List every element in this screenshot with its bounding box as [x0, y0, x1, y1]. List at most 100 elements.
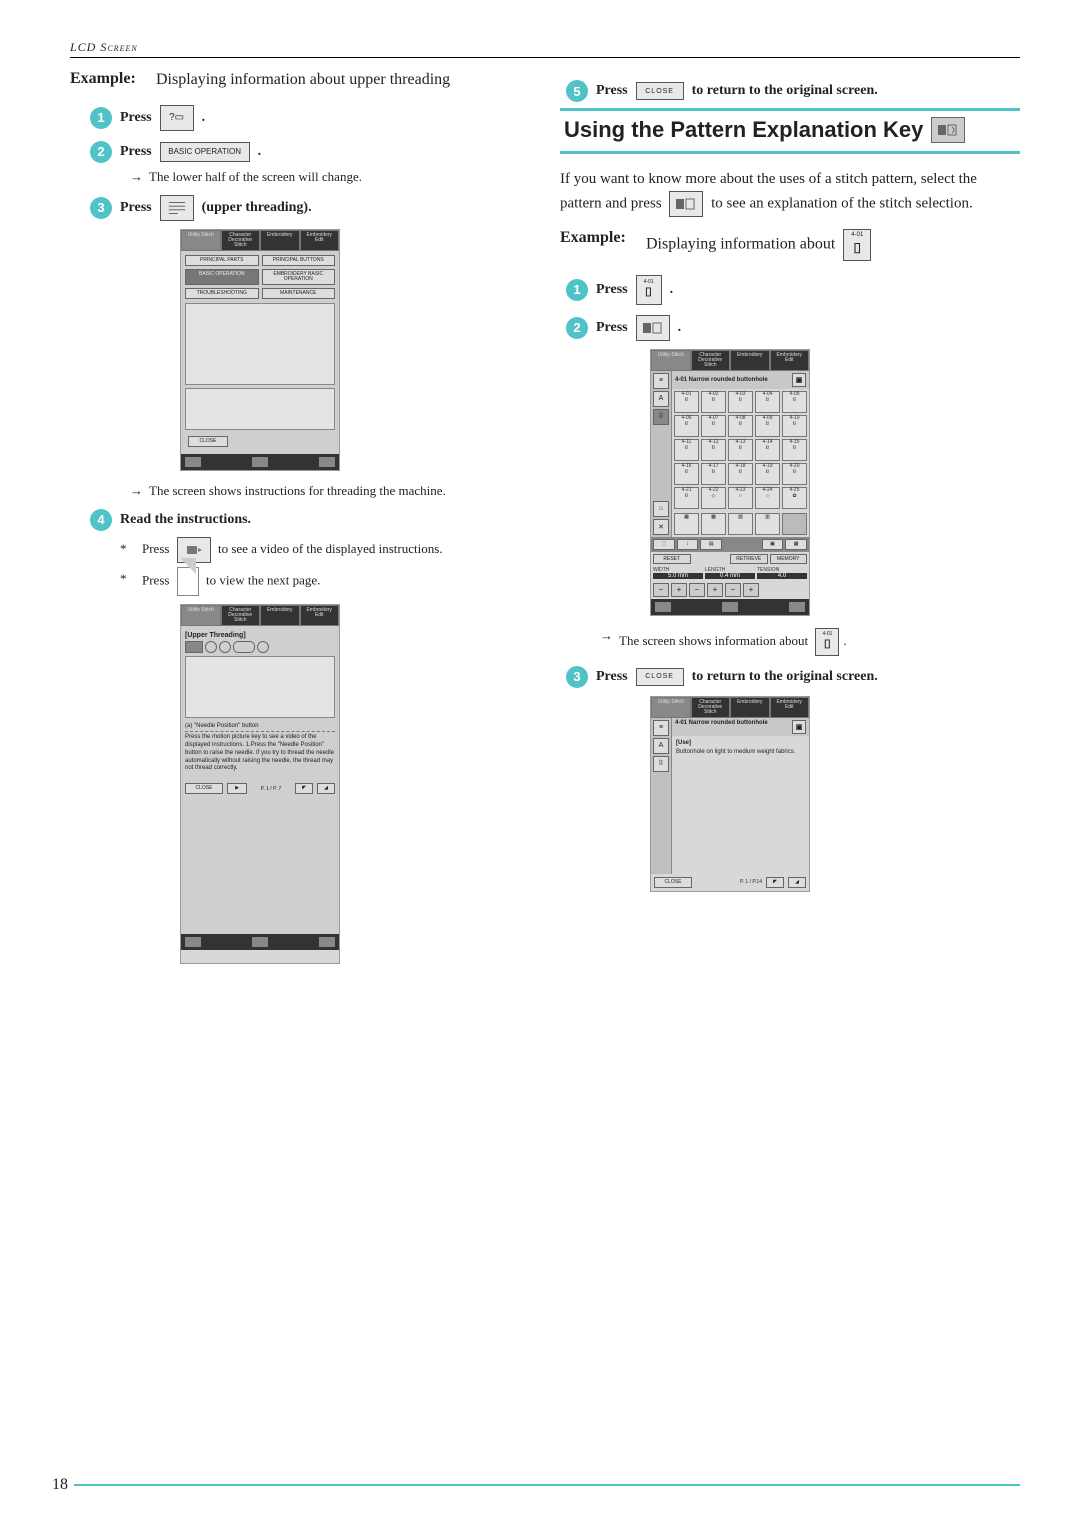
mode-icon[interactable]: ▨	[728, 513, 753, 535]
stitch-4-01-icon[interactable]: 4-01 ⌷	[843, 229, 871, 261]
stitch-cell[interactable]: 4-04⌷	[755, 391, 780, 413]
tab-utility[interactable]: Utility Stitch	[181, 230, 221, 251]
stitch-cell[interactable]: 4-06⌷	[674, 415, 699, 437]
pattern-explanation-key-icon[interactable]	[636, 315, 670, 341]
next-page-icon[interactable]: ◢	[317, 783, 335, 794]
mode-icon[interactable]: ▥	[755, 513, 780, 535]
footer-icon[interactable]	[252, 457, 268, 467]
stitch-cell[interactable]: 4-24☼	[755, 487, 780, 509]
stitch-cell[interactable]: 4-20⌷	[782, 463, 807, 485]
stitch-cell[interactable]: 4-21⌷	[674, 487, 699, 509]
principal-buttons-button[interactable]: PRINCIPAL BUTTONS	[262, 255, 336, 266]
upper-threading-icon[interactable]	[160, 195, 194, 221]
stitch-cell[interactable]: 4-03⌷	[728, 391, 753, 413]
pattern-explanation-key-icon[interactable]	[669, 191, 703, 217]
stitch-cell[interactable]: 4-17⌷	[701, 463, 726, 485]
tab-utility[interactable]: Utility Stitch	[651, 350, 691, 371]
stitch-cell[interactable]: 4-02⌷	[701, 391, 726, 413]
close-button[interactable]: CLOSE	[188, 436, 228, 447]
next-page-icon[interactable]	[177, 567, 199, 596]
stitch-cell[interactable]: 4-19⌷	[755, 463, 780, 485]
video-icon[interactable]: ▶	[227, 783, 247, 794]
stitch-cell[interactable]: 4-25✿	[782, 487, 807, 509]
plus-button[interactable]: +	[743, 583, 759, 597]
footer-icon[interactable]	[319, 937, 335, 947]
stitch-cell[interactable]: 4-12⌷	[701, 439, 726, 461]
tab-emb[interactable]: Embroidery	[730, 697, 770, 718]
cat-icon[interactable]: ≡	[653, 373, 669, 389]
plus-button[interactable]: +	[671, 583, 687, 597]
cat-icon[interactable]: ⌷	[653, 756, 669, 772]
tab-embedit[interactable]: Embroidery Edit	[770, 697, 810, 718]
foot-icon[interactable]: ▦	[785, 539, 807, 550]
foot-icon[interactable]: ⬚	[653, 539, 675, 550]
stitch-4-01-icon[interactable]: 4-01 ⌷	[636, 275, 662, 305]
tab-char[interactable]: Character Decorative Stitch	[221, 605, 261, 626]
prev-page-icon[interactable]: ◤	[295, 783, 313, 794]
stitch-cell[interactable]: 4-10⌷	[782, 415, 807, 437]
stitch-cell[interactable]: 4-15⌷	[782, 439, 807, 461]
foot-icon[interactable]: ↕	[677, 539, 699, 550]
foot-icon[interactable]: ▣	[762, 539, 784, 550]
tab-emb[interactable]: Embroidery	[730, 350, 770, 371]
tab-embedit[interactable]: Embroidery Edit	[300, 230, 340, 251]
minus-button[interactable]: −	[725, 583, 741, 597]
pattern-exp-icon[interactable]: ▣	[792, 720, 806, 734]
home-icon[interactable]: ⌂	[653, 501, 669, 517]
footer-icon[interactable]	[319, 457, 335, 467]
memory-button[interactable]: MEMORY	[770, 554, 808, 564]
close-x-icon[interactable]: ✕	[653, 519, 669, 535]
troubleshooting-button[interactable]: TROUBLESHOOTING	[185, 288, 259, 299]
mode-icon[interactable]: ▦	[674, 513, 699, 535]
close-button[interactable]: CLOSE	[654, 877, 692, 888]
minus-button[interactable]: −	[689, 583, 705, 597]
stitch-cell[interactable]: 4-08⌷	[728, 415, 753, 437]
footer-icon[interactable]	[655, 602, 671, 612]
stitch-cell[interactable]: 4-05⌷	[782, 391, 807, 413]
emb-basic-op-button[interactable]: EMBROIDERY BASIC OPERATION	[262, 269, 336, 285]
prev-page-icon[interactable]: ◤	[766, 877, 784, 888]
stitch-cell[interactable]: 4-01⌷	[674, 391, 699, 413]
mode-icon[interactable]	[782, 513, 807, 535]
pattern-exp-icon[interactable]: ▣	[792, 373, 806, 387]
minus-button[interactable]: −	[653, 583, 669, 597]
maintenance-button[interactable]: MAINTENANCE	[262, 288, 336, 299]
mode-icon[interactable]: ▩	[701, 513, 726, 535]
stitch-cell[interactable]: 4-13⌷	[728, 439, 753, 461]
footer-icon[interactable]	[789, 602, 805, 612]
stitch-cell[interactable]: 4-22◇	[701, 487, 726, 509]
stitch-cell[interactable]: 4-16⌷	[674, 463, 699, 485]
tab-char[interactable]: Character Decorative Stitch	[691, 697, 731, 718]
foot-icon[interactable]: ▤	[700, 539, 722, 550]
tab-embedit[interactable]: Embroidery Edit	[770, 350, 810, 371]
basic-operation-button[interactable]: BASIC OPERATION	[160, 142, 250, 162]
cat-icon[interactable]: A	[653, 738, 669, 754]
principal-parts-button[interactable]: PRINCIPAL PARTS	[185, 255, 259, 266]
plus-button[interactable]: +	[707, 583, 723, 597]
tab-embedit[interactable]: Embroidery Edit	[300, 605, 340, 626]
reset-button[interactable]: RESET	[653, 554, 691, 564]
basic-operation-button[interactable]: BASIC OPERATION	[185, 269, 259, 285]
close-button[interactable]: CLOSE	[185, 783, 223, 794]
cat-icon[interactable]: A	[653, 391, 669, 407]
stitch-4-01-icon[interactable]: 4-01 ⌷	[815, 628, 839, 656]
cat-icon[interactable]: ⌷	[653, 409, 669, 425]
close-button[interactable]: CLOSE	[636, 82, 684, 100]
stitch-cell[interactable]: 4-18⌷	[728, 463, 753, 485]
close-button[interactable]: CLOSE	[636, 668, 684, 686]
pattern-explanation-key-icon[interactable]	[931, 117, 965, 143]
stitch-cell[interactable]: 4-09⌷	[755, 415, 780, 437]
stitch-cell[interactable]: 4-07⌷	[701, 415, 726, 437]
cat-icon[interactable]: ≡	[653, 720, 669, 736]
footer-icon[interactable]	[722, 602, 738, 612]
tab-char[interactable]: Character Decorative Stitch	[221, 230, 261, 251]
help-machine-icon[interactable]: ?▭	[160, 105, 194, 131]
footer-icon[interactable]	[185, 457, 201, 467]
stitch-cell[interactable]: 4-11⌷	[674, 439, 699, 461]
footer-icon[interactable]	[252, 937, 268, 947]
tab-emb[interactable]: Embroidery	[260, 605, 300, 626]
retrieve-button[interactable]: RETRIEVE	[730, 554, 768, 564]
tab-emb[interactable]: Embroidery	[260, 230, 300, 251]
tab-utility[interactable]: Utility Stitch	[651, 697, 691, 718]
tab-char[interactable]: Character Decorative Stitch	[691, 350, 731, 371]
